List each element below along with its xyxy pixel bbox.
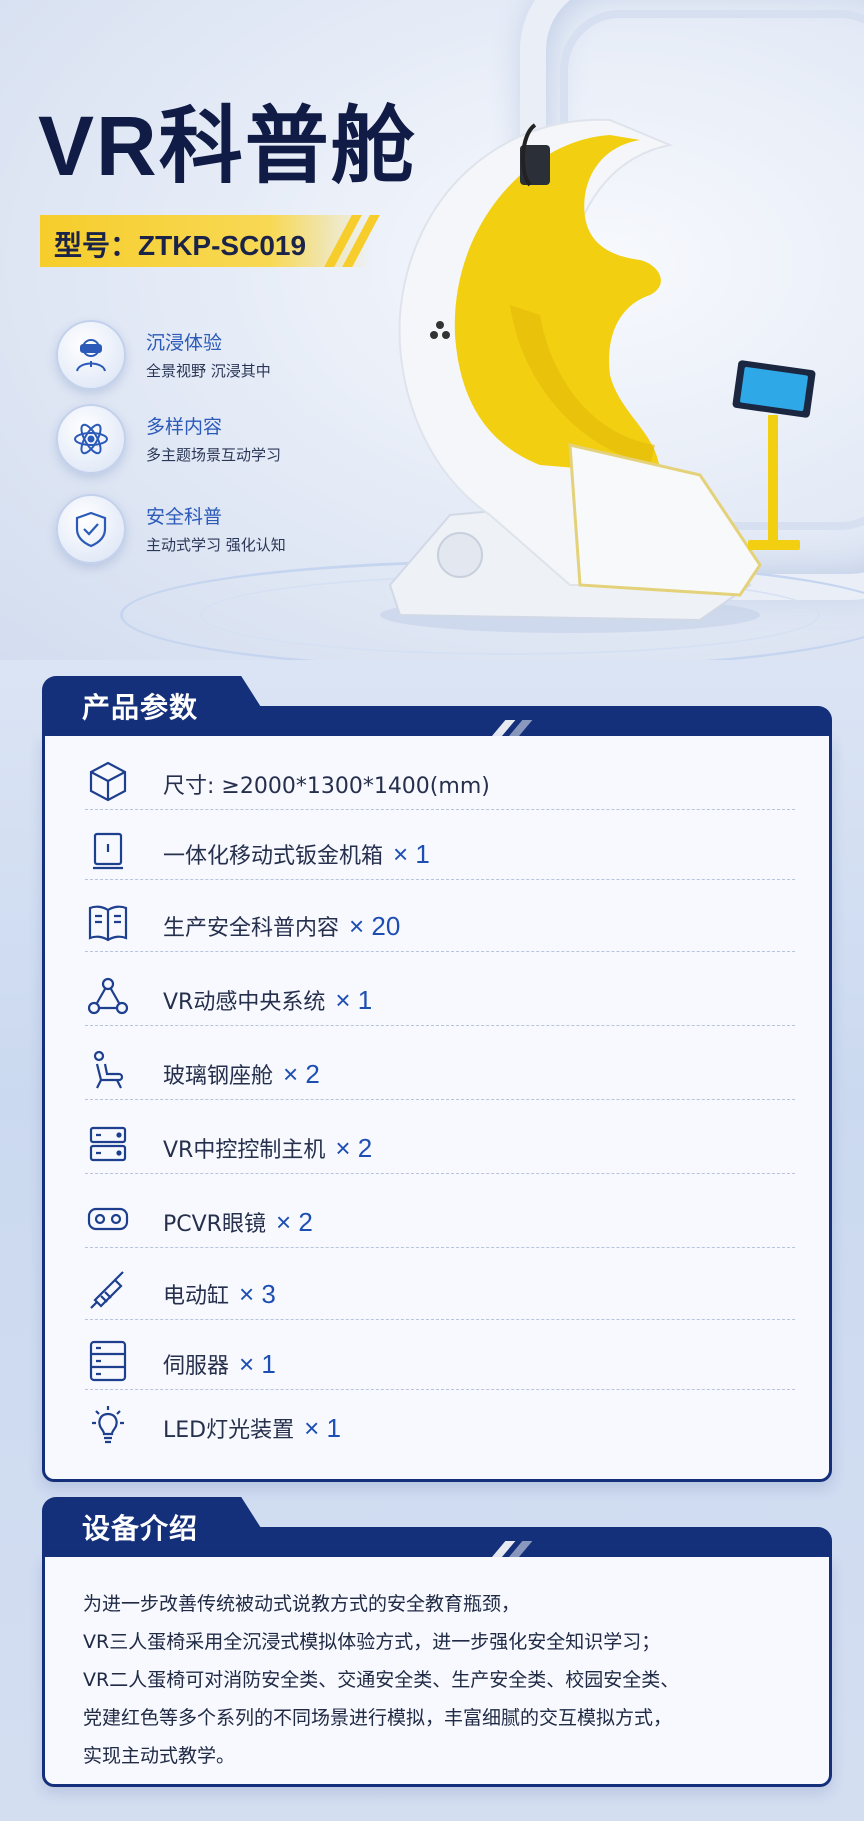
feature-content: 多样内容 多主题场景互动学习: [56, 404, 356, 476]
spec-row: 尺寸: ≥2000*1300*1400(mm): [85, 748, 795, 810]
shield-check-icon: [56, 494, 126, 564]
spec-row: VR动感中央系统 × 1: [85, 964, 795, 1026]
feature-subtitle: 主动式学习 强化认知: [146, 536, 286, 554]
book-icon: [87, 902, 129, 944]
intro-heading: 设备介绍: [82, 1513, 199, 1544]
spec-name: 伺服器: [163, 1354, 230, 1379]
specs-panel: 产品参数 尺寸: ≥2000*1300*1400(mm) 一体化移动式钣金机箱 ×…: [42, 676, 832, 1482]
spec-row: 生产安全科普内容 × 20: [85, 890, 795, 952]
feature-subtitle: 全景视野 沉浸其中: [146, 362, 271, 380]
intro-line: 党建红色等多个系列的不同场景进行模拟，丰富细腻的交互模拟方式，: [83, 1707, 673, 1729]
page-title: VR科普舱: [38, 99, 417, 193]
control-kiosk-image: [730, 360, 820, 570]
vr-headset-person-icon: [56, 320, 126, 390]
intro-line: VR三人蛋椅采用全沉浸式模拟体验方式，进一步强化安全知识学习；: [83, 1631, 661, 1653]
feature-immersive: 沉浸体验 全景视野 沉浸其中: [56, 320, 356, 392]
spec-qty: × 1: [393, 839, 430, 869]
spec-name: 生产安全科普内容: [163, 916, 340, 941]
spec-row: VR中控控制主机 × 2: [85, 1112, 795, 1174]
vr-goggles-icon: [87, 1198, 129, 1240]
spec-row: 电动缸 × 3: [85, 1258, 795, 1320]
spec-label: 电动缸 × 3: [163, 1278, 276, 1310]
spec-label: 伺服器 × 1: [163, 1348, 276, 1380]
vr-egg-chair-image: [370, 115, 770, 635]
spec-name: 电动缸: [163, 1284, 230, 1309]
cube-icon: [87, 760, 129, 802]
feature-safety: 安全科普 主动式学习 强化认知: [56, 494, 356, 566]
server-icon: [87, 1124, 129, 1166]
spec-row: 玻璃钢座舱 × 2: [85, 1038, 795, 1100]
spec-name: LED灯光装置: [163, 1418, 295, 1443]
spec-label: LED灯光装置 × 1: [163, 1412, 341, 1444]
intro-body: 为进一步改善传统被动式说教方式的安全教育瓶颈， VR三人蛋椅采用全沉浸式模拟体验…: [42, 1557, 832, 1787]
feature-title: 沉浸体验: [146, 332, 223, 354]
spec-row: 伺服器 × 1: [85, 1328, 795, 1390]
spec-label: 尺寸: ≥2000*1300*1400(mm): [163, 768, 500, 800]
specs-heading: 产品参数: [82, 692, 199, 723]
feature-subtitle: 多主题场景互动学习: [146, 446, 282, 464]
servo-rack-icon: [87, 1340, 129, 1382]
spec-label: 一体化移动式钣金机箱 × 1: [163, 838, 430, 870]
cabinet-icon: [87, 830, 129, 872]
intro-panel-header: 设备介绍: [42, 1497, 832, 1561]
spec-label: VR中控控制主机 × 2: [163, 1132, 372, 1164]
seat-icon: [87, 1050, 129, 1092]
spec-qty: × 20: [349, 911, 401, 941]
spec-qty: × 2: [275, 1207, 313, 1237]
intro-text: 为进一步改善传统被动式说教方式的安全教育瓶颈， VR三人蛋椅采用全沉浸式模拟体验…: [83, 1585, 803, 1775]
model-badge: 型号：ZTKP-SC019: [40, 215, 370, 267]
spec-name: VR中控控制主机: [163, 1138, 326, 1163]
feature-title: 多样内容: [146, 416, 223, 438]
spec-qty: × 1: [304, 1413, 341, 1443]
spec-name: PCVR眼镜: [163, 1212, 266, 1237]
spec-qty: × 2: [283, 1059, 320, 1089]
specs-list: 尺寸: ≥2000*1300*1400(mm) 一体化移动式钣金机箱 × 1 生产…: [42, 736, 832, 1482]
light-bulb-icon: [87, 1404, 129, 1446]
spec-name: VR动感中央系统: [163, 990, 326, 1015]
intro-line: VR二人蛋椅可对消防安全类、交通安全类、生产安全类、校园安全类、: [83, 1669, 680, 1691]
spec-label: 玻璃钢座舱 × 2: [163, 1058, 320, 1090]
spec-qty: × 2: [335, 1133, 373, 1163]
spec-qty: × 1: [239, 1349, 276, 1379]
spec-name: 一体化移动式钣金机箱: [163, 844, 384, 869]
spec-label: VR动感中央系统 × 1: [163, 984, 372, 1016]
spec-row: LED灯光装置 × 1: [85, 1392, 795, 1454]
intro-panel: 设备介绍 为进一步改善传统被动式说教方式的安全教育瓶颈， VR三人蛋椅采用全沉浸…: [42, 1497, 832, 1787]
spec-name: 玻璃钢座舱: [163, 1064, 274, 1089]
intro-line: 为进一步改善传统被动式说教方式的安全教育瓶颈，: [83, 1593, 521, 1615]
intro-line: 实现主动式教学。: [83, 1745, 236, 1767]
spec-label: 生产安全科普内容 × 20: [163, 910, 400, 942]
specs-panel-header: 产品参数: [42, 676, 832, 740]
spec-qty: × 3: [239, 1279, 276, 1309]
network-nodes-icon: [87, 976, 129, 1018]
spec-row: PCVR眼镜 × 2: [85, 1186, 795, 1248]
spec-name: 尺寸: ≥2000*1300*1400(mm): [163, 774, 490, 799]
spec-qty: × 1: [335, 985, 373, 1015]
model-number: 型号：ZTKP-SC019: [54, 230, 307, 261]
cylinder-icon: [87, 1270, 129, 1312]
spec-label: PCVR眼镜 × 2: [163, 1206, 313, 1238]
atom-icon: [56, 404, 126, 474]
hero-banner: VR科普舱 型号：ZTKP-SC019 沉浸体验 全景视野 沉浸其中 多样内容 …: [0, 0, 864, 660]
feature-title: 安全科普: [146, 506, 223, 528]
spec-row: 一体化移动式钣金机箱 × 1: [85, 818, 795, 880]
